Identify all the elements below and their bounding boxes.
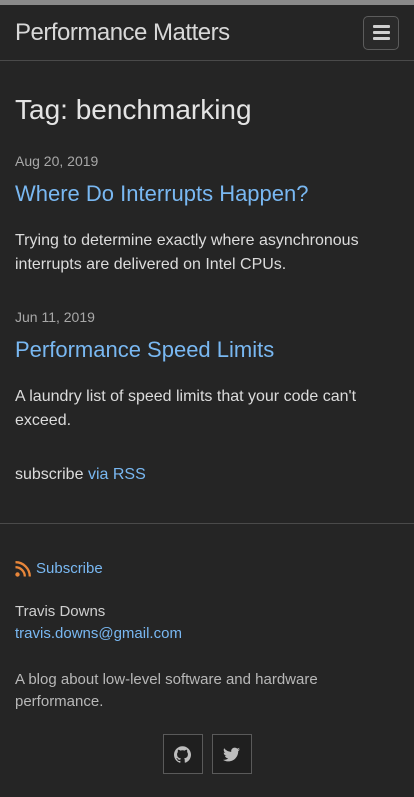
- author-email-link[interactable]: travis.downs@gmail.com: [15, 625, 399, 643]
- post-date: Jun 11, 2019: [15, 308, 95, 325]
- site-footer: Subscribe Travis Downs travis.downs@gmai…: [0, 523, 414, 774]
- author-name: Travis Downs: [15, 603, 106, 620]
- menu-icon: [372, 31, 390, 34]
- post-date: Aug 20, 2019: [15, 152, 99, 169]
- footer-subscribe-link[interactable]: Subscribe: [15, 560, 399, 577]
- github-icon: [174, 745, 191, 763]
- rss-icon: [15, 560, 31, 577]
- twitter-link[interactable]: [211, 734, 252, 774]
- post-title-link[interactable]: Where Do Interrupts Happen?: [15, 181, 399, 207]
- post-excerpt: A laundry list of speed limits that your…: [15, 387, 357, 429]
- rss-subscribe-line: subscribe via RSS: [15, 463, 399, 487]
- menu-icon: [372, 25, 390, 28]
- social-links: [15, 734, 399, 774]
- menu-button[interactable]: [363, 15, 399, 50]
- main-content: Tag: benchmarking Aug 20, 2019 Where Do …: [0, 94, 414, 487]
- post-excerpt: Trying to determine exactly where asynch…: [15, 231, 359, 273]
- github-link[interactable]: [162, 734, 203, 774]
- footer-subscribe-label: Subscribe: [36, 560, 103, 577]
- menu-icon: [372, 37, 390, 40]
- rss-subscribe-text: subscribe: [15, 465, 84, 483]
- rss-link[interactable]: via RSS: [88, 466, 146, 483]
- site-header: Performance Matters: [0, 5, 414, 61]
- site-description: A blog about low-level software and hard…: [15, 671, 318, 710]
- twitter-icon: [223, 747, 240, 761]
- page-title: Tag: benchmarking: [15, 94, 252, 125]
- post-list-item: Aug 20, 2019 Where Do Interrupts Happen?…: [15, 153, 399, 277]
- post-title-link[interactable]: Performance Speed Limits: [15, 337, 399, 363]
- site-title[interactable]: Performance Matters: [15, 19, 230, 47]
- post-list-item: Jun 11, 2019 Performance Speed Limits A …: [15, 309, 399, 433]
